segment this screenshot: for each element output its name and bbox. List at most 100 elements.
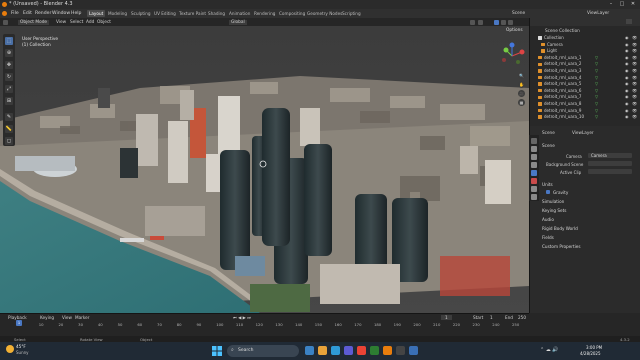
folder-icon[interactable] [318,346,327,355]
render-toggle-icon[interactable]: ◉ [625,94,629,100]
blender-menu-icon[interactable] [2,10,7,16]
outliner-row[interactable]: detroit_rml_uara_3 ▽ ◉ 👁 [530,68,640,74]
menu-select[interactable]: Select [70,20,83,25]
marker-menu[interactable]: Marker [75,315,89,320]
outliner-row[interactable]: Camera ◉ 👁 [530,42,640,48]
visibility-eye-icon[interactable]: 👁 [632,114,637,120]
render-toggle-icon[interactable]: ◉ [625,48,629,54]
xray-icon[interactable] [478,19,483,25]
app-icon[interactable] [370,346,379,355]
render-toggle-icon[interactable]: ◉ [625,101,629,107]
tab-shading[interactable]: Shading [206,10,227,17]
outliner-row[interactable]: detroit_rml_uara_1 ▽ ◉ 👁 [530,55,640,61]
render-toggle-icon[interactable]: ◉ [625,55,629,61]
menu-render[interactable]: Render [35,11,51,16]
transform-tool-icon[interactable]: ⊞ [5,97,13,105]
texture-tab-icon[interactable] [531,194,537,200]
tab-geometry-nodes[interactable]: Geometry Nodes [305,10,344,17]
visibility-eye-icon[interactable]: 👁 [632,68,637,74]
visibility-eye-icon[interactable]: 👁 [632,35,637,41]
visibility-eye-icon[interactable]: 👁 [632,55,637,61]
view-layer-selector[interactable]: ViewLayer [587,11,609,16]
render-toggle-icon[interactable]: ◉ [625,68,629,74]
outliner-row[interactable]: Collection ◉ 👁 [530,35,640,41]
menu-window[interactable]: Window [52,11,70,16]
weather-sun-icon[interactable] [6,345,14,353]
mode-dropdown[interactable]: Object Mode [18,19,50,25]
rigid-body-section-header[interactable]: Rigid Body World [542,226,578,231]
outliner-row[interactable]: detroit_rml_uara_5 ▽ ◉ 👁 [530,81,640,87]
visibility-eye-icon[interactable]: 👁 [632,75,637,81]
teams-icon[interactable] [344,346,353,355]
playhead[interactable]: 1 [16,320,22,326]
background-scene-field[interactable] [588,161,632,166]
visibility-eye-icon[interactable]: 👁 [632,108,637,114]
scene-tab-icon[interactable] [531,170,537,176]
visibility-eye-icon[interactable]: 👁 [632,48,637,54]
outliner-row[interactable]: detroit_rml_uara_4 ▽ ◉ 👁 [530,75,640,81]
render-toggle-icon[interactable]: ◉ [625,108,629,114]
camera-field[interactable]: Camera [588,153,632,158]
annotate-tool-icon[interactable]: ✎ [5,113,13,121]
pan-hand-icon[interactable]: ✋ [518,81,525,88]
taskbar-search-box[interactable]: ⌕ Search [227,345,299,357]
blender-taskbar-icon[interactable] [383,346,392,355]
select-box-tool-icon[interactable]: ⬚ [5,37,13,45]
visibility-eye-icon[interactable]: 👁 [632,42,637,48]
render-toggle-icon[interactable]: ◉ [625,114,629,120]
visibility-eye-icon[interactable]: 👁 [632,101,637,107]
collection-tab-icon[interactable] [531,186,537,192]
tab-uv-editing[interactable]: UV Editing [152,10,178,17]
filter-icon[interactable] [626,19,632,24]
rendered-shading-icon[interactable] [508,19,513,25]
menu-help[interactable]: Help [71,11,81,16]
fields-section-header[interactable]: Fields [542,235,554,240]
play-controls-icon[interactable]: ⏮ ◀ ▶ ⏭ [233,315,251,320]
visibility-eye-icon[interactable]: 👁 [632,81,637,87]
rotate-tool-icon[interactable]: ↻ [5,73,13,81]
weather-desc[interactable]: Sunny [16,350,29,355]
close-icon[interactable]: ✕ [628,1,638,7]
menu-object[interactable]: Object [97,20,111,25]
edge-browser-icon[interactable] [331,346,340,355]
render-toggle-icon[interactable]: ◉ [625,75,629,81]
windows-start-icon[interactable] [212,346,222,356]
render-toggle-icon[interactable]: ◉ [625,61,629,67]
audio-section-header[interactable]: Audio [542,217,554,222]
options-dropdown[interactable]: Options [506,28,523,33]
grid-toggle-icon[interactable]: ▦ [518,99,525,106]
tab-texture-paint[interactable]: Texture Paint [177,10,208,17]
render-toggle-icon[interactable]: ◉ [625,35,629,41]
measure-tool-icon[interactable]: 📏 [5,125,13,133]
output-tab-icon[interactable] [531,154,537,160]
visibility-eye-icon[interactable]: 👁 [632,94,637,100]
keying-menu[interactable]: Keying [40,315,54,320]
camera-view-icon[interactable]: 🎥 [518,90,525,97]
tab-compositing[interactable]: Compositing [277,10,307,17]
keying-sets-section-header[interactable]: Keying Sets [542,208,566,213]
tool-tab-icon[interactable] [531,138,537,144]
custom-properties-section-header[interactable]: Custom Properties [542,244,581,249]
terminal-icon[interactable] [396,346,405,355]
current-frame-field[interactable]: 1 [441,315,452,320]
scene-selector[interactable]: Scene [512,11,525,16]
editor-type-icon[interactable] [3,19,8,25]
cursor-tool-icon[interactable]: ⊕ [5,49,13,57]
minimize-icon[interactable]: – [606,1,616,7]
material-shading-icon[interactable] [501,19,506,25]
move-tool-icon[interactable]: ✥ [5,61,13,69]
visibility-eye-icon[interactable]: 👁 [632,61,637,67]
system-tray-icons[interactable]: ⌃ ☁ 🔊 [540,347,559,353]
units-section-header[interactable]: Units [542,182,553,187]
orientation-dropdown[interactable]: Global [229,19,247,25]
chrome-icon[interactable] [357,346,366,355]
active-clip-field[interactable] [588,169,632,174]
simulation-section-header[interactable]: Simulation [542,199,564,204]
view-layer-tab-icon[interactable] [531,162,537,168]
tab-animation[interactable]: Animation [227,10,252,17]
tab-layout[interactable]: Layout [87,10,106,17]
gravity-checkbox[interactable] [546,190,550,194]
world-tab-icon[interactable] [531,178,537,184]
render-toggle-icon[interactable]: ◉ [625,88,629,94]
clock-date[interactable]: 4/28/2025 [580,351,601,356]
